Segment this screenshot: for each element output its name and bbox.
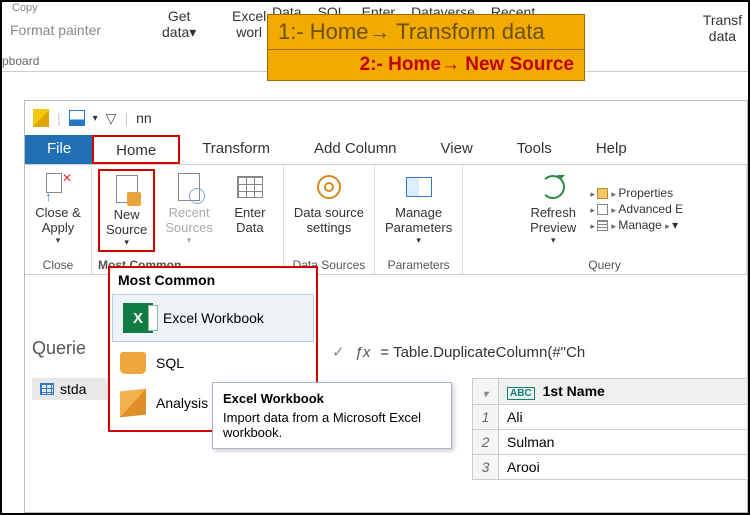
close-apply-button[interactable]: ↑ Close & Apply▾ xyxy=(31,169,85,248)
qat-dropdown-icon[interactable]: ▾ xyxy=(93,113,98,124)
queries-pane-label: Querie xyxy=(32,338,86,359)
instruction-callout: 1:- Home→ Transform data 2:- Home→ New S… xyxy=(267,14,585,81)
recent-sources-button[interactable]: Recent Sources▾ xyxy=(161,169,217,248)
group-query-caption: Query xyxy=(588,256,621,272)
row-header-corner[interactable]: ▾ xyxy=(473,379,499,405)
recent-sources-icon xyxy=(173,171,205,203)
formula-bar: ✓ ƒx = Table.DuplicateColumn(#"Ch xyxy=(332,338,748,366)
manage-parameters-button[interactable]: Manage Parameters▾ xyxy=(381,169,456,248)
properties-button[interactable]: Properties xyxy=(590,186,683,200)
tab-help[interactable]: Help xyxy=(574,135,649,164)
gear-icon xyxy=(313,171,345,203)
tab-transform[interactable]: Transform xyxy=(180,135,292,164)
table-icon xyxy=(40,383,54,395)
data-source-settings-button[interactable]: Data source settings xyxy=(290,169,368,237)
fx-icon[interactable]: ƒx xyxy=(355,344,371,361)
tooltip-title: Excel Workbook xyxy=(223,391,441,406)
data-preview-grid: ▾ ABC 1st Name 1Ali 2Sulman 3Arooi xyxy=(472,378,748,480)
excel-icon: X xyxy=(123,303,153,333)
column-name-label: 1st Name xyxy=(543,383,605,399)
table-row[interactable]: 1Ali xyxy=(473,405,748,430)
excel-workbook-button-cut[interactable]: Excel worl xyxy=(232,8,266,40)
clipboard-group-caption: pboard xyxy=(2,54,39,68)
properties-icon xyxy=(597,188,608,199)
parameters-icon xyxy=(403,171,435,203)
arrow-right-icon: → xyxy=(368,19,390,45)
table-row[interactable]: 3Arooi xyxy=(473,455,748,480)
close-apply-icon: ↑ xyxy=(42,171,74,203)
format-painter-button[interactable]: Format painter xyxy=(10,22,101,38)
group-new-query: New Source▾ Recent Sources▾ Enter Data M… xyxy=(92,165,284,274)
tab-home[interactable]: Home xyxy=(92,135,180,164)
dropdown-excel-workbook[interactable]: X Excel Workbook xyxy=(112,294,314,342)
advanced-editor-button[interactable]: Advanced E xyxy=(590,202,683,216)
ribbon-tabs: File Home Transform Add Column View Tool… xyxy=(25,135,747,165)
formula-confirm-icon[interactable]: ✓ xyxy=(332,343,345,361)
refresh-icon xyxy=(537,171,569,203)
refresh-preview-button[interactable]: Refresh Preview▾ xyxy=(526,169,580,248)
title-bar: | ▾ ▽ | nn xyxy=(25,101,747,135)
tab-view[interactable]: View xyxy=(419,135,495,164)
callout-step-2: 2:- Home→ New Source xyxy=(268,49,584,80)
formula-text[interactable]: = Table.DuplicateColumn(#"Ch xyxy=(380,344,585,361)
sql-icon xyxy=(120,352,146,374)
dropdown-sql-server[interactable]: SQL xyxy=(110,344,316,382)
group-parameters: Manage Parameters▾ Parameters xyxy=(375,165,463,274)
callout-step-1: 1:- Home→ Transform data xyxy=(268,15,584,49)
enter-data-icon xyxy=(234,171,266,203)
dropdown-header: Most Common xyxy=(110,268,316,292)
arrow-right-icon: → xyxy=(441,54,460,76)
manage-button[interactable]: Manage ▾ xyxy=(590,218,683,232)
advanced-editor-icon xyxy=(597,204,608,215)
table-row[interactable]: 2Sulman xyxy=(473,430,748,455)
new-source-button[interactable]: New Source▾ xyxy=(98,169,155,252)
new-source-icon xyxy=(111,173,143,205)
tooltip-excel-workbook: Excel Workbook Import data from a Micros… xyxy=(212,382,452,449)
group-close-caption: Close xyxy=(43,256,74,272)
transform-data-button-cut[interactable]: Transf data xyxy=(703,12,742,44)
dropdown-item-label: Excel Workbook xyxy=(163,310,264,326)
save-icon[interactable] xyxy=(69,110,85,126)
query-list-item[interactable]: stda xyxy=(32,378,118,400)
dropdown-item-label: SQL xyxy=(156,355,184,371)
query-item-label: stda xyxy=(60,381,86,397)
copy-label: Copy xyxy=(12,2,38,14)
group-query: Refresh Preview▾ Properties Advanced E M… xyxy=(463,165,747,274)
powerbi-icon xyxy=(33,109,49,127)
tab-file[interactable]: File xyxy=(25,135,93,164)
group-data-sources: Data source settings Data Sources xyxy=(284,165,375,274)
query-small-buttons: Properties Advanced E Manage ▾ xyxy=(586,186,683,232)
ribbon: ↑ Close & Apply▾ Close New Source▾ Recen… xyxy=(25,165,747,275)
get-data-button[interactable]: Get data▾ xyxy=(162,8,196,41)
group-parameters-caption: Parameters xyxy=(388,256,450,272)
document-title: nn xyxy=(136,110,152,126)
tab-tools[interactable]: Tools xyxy=(495,135,574,164)
column-header-1st-name[interactable]: ABC 1st Name xyxy=(499,379,748,405)
tooltip-body: Import data from a Microsoft Excel workb… xyxy=(223,410,441,440)
column-type-icon[interactable]: ABC xyxy=(507,387,535,400)
cube-icon xyxy=(120,389,146,418)
enter-data-button[interactable]: Enter Data xyxy=(223,169,277,237)
manage-icon xyxy=(597,220,608,231)
tab-add-column[interactable]: Add Column xyxy=(292,135,419,164)
group-close: ↑ Close & Apply▾ Close xyxy=(25,165,92,274)
